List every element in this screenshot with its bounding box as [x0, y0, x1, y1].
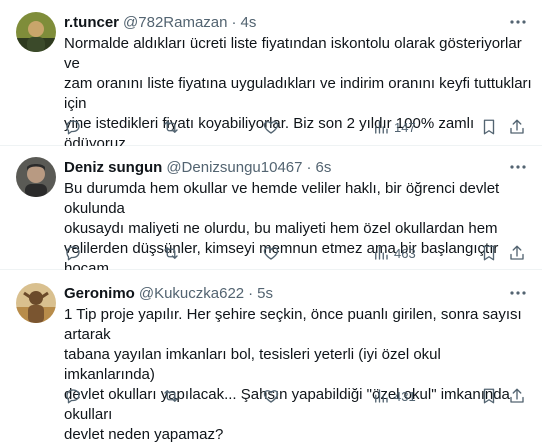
bookmark-button[interactable]	[480, 117, 498, 137]
timestamp[interactable]: 4s	[240, 14, 256, 31]
more-icon	[510, 165, 526, 169]
views-button[interactable]: 463	[372, 243, 416, 263]
retweet-button[interactable]	[162, 243, 180, 263]
tweet-text: Bu durumda hem okullar ve hemde veliler …	[64, 180, 500, 277]
tweet[interactable]: r.tuncer @782Ramazan · 4s Normalde aldık…	[0, 0, 542, 172]
views-button[interactable]: 431	[372, 386, 416, 406]
reply-button[interactable]	[64, 117, 82, 137]
separator-dot: ·	[248, 284, 254, 302]
reply-button[interactable]	[64, 386, 82, 406]
views-count: 431	[394, 388, 416, 404]
share-icon	[510, 245, 524, 260]
tweet-header: Geronimo @Kukuczka622 · 5s	[64, 283, 273, 303]
author-name[interactable]: Geronimo	[64, 285, 135, 302]
share-button[interactable]	[508, 117, 526, 137]
tweet-header: Deniz sungun @Denizsungu10467 · 6s	[64, 157, 331, 177]
views-icon	[375, 389, 388, 403]
timestamp[interactable]: 5s	[257, 285, 273, 302]
like-icon	[263, 247, 279, 260]
retweet-icon	[164, 121, 178, 133]
more-icon	[510, 291, 526, 295]
tweet[interactable]: Geronimo @Kukuczka622 · 5s 1 Tip proje y…	[0, 270, 542, 443]
views-icon	[375, 120, 388, 134]
reply-icon	[66, 246, 80, 261]
like-icon	[263, 121, 279, 134]
timestamp[interactable]: 6s	[316, 159, 332, 176]
avatar[interactable]	[16, 12, 56, 52]
avatar[interactable]	[16, 283, 56, 323]
views-count: 463	[394, 245, 416, 261]
bookmark-icon	[483, 119, 495, 135]
bookmark-button[interactable]	[480, 243, 498, 263]
like-button[interactable]	[262, 243, 280, 263]
author-handle[interactable]: @Denizsungu10467	[166, 159, 302, 176]
views-count: 147	[394, 119, 416, 135]
separator-dot: ·	[231, 13, 237, 31]
like-icon	[263, 390, 279, 403]
share-icon	[510, 119, 524, 134]
reply-button[interactable]	[64, 243, 82, 263]
views-button[interactable]: 147	[372, 117, 416, 137]
more-button[interactable]	[508, 12, 528, 32]
more-button[interactable]	[508, 157, 528, 177]
retweet-icon	[164, 247, 178, 259]
tweet[interactable]: Deniz sungun @Denizsungu10467 · 6s Bu du…	[0, 146, 542, 277]
bookmark-button[interactable]	[480, 386, 498, 406]
retweet-button[interactable]	[162, 386, 180, 406]
share-button[interactable]	[508, 386, 526, 406]
like-button[interactable]	[262, 117, 280, 137]
reply-icon	[66, 389, 80, 404]
avatar-image	[16, 12, 56, 52]
avatar[interactable]	[16, 157, 56, 197]
avatar-image	[16, 283, 56, 323]
tweet-header: r.tuncer @782Ramazan · 4s	[64, 12, 256, 32]
action-bar: 431	[56, 386, 532, 406]
retweet-icon	[164, 390, 178, 402]
share-icon	[510, 388, 524, 403]
avatar-image	[16, 157, 56, 197]
action-bar: 463	[56, 243, 532, 263]
author-handle[interactable]: @782Ramazan	[123, 14, 227, 31]
action-bar: 147	[56, 117, 532, 137]
author-name[interactable]: Deniz sungun	[64, 159, 162, 176]
more-button[interactable]	[508, 283, 528, 303]
share-button[interactable]	[508, 243, 526, 263]
bookmark-icon	[483, 245, 495, 261]
separator-dot: ·	[306, 158, 312, 176]
author-name[interactable]: r.tuncer	[64, 14, 119, 31]
bookmark-icon	[483, 388, 495, 404]
reply-icon	[66, 120, 80, 135]
author-handle[interactable]: @Kukuczka622	[139, 285, 244, 302]
views-icon	[375, 246, 388, 260]
tweet-text: 1 Tip proje yapılır. Her şehire seçkin, …	[64, 306, 522, 443]
like-button[interactable]	[262, 386, 280, 406]
more-icon	[510, 20, 526, 24]
retweet-button[interactable]	[162, 117, 180, 137]
